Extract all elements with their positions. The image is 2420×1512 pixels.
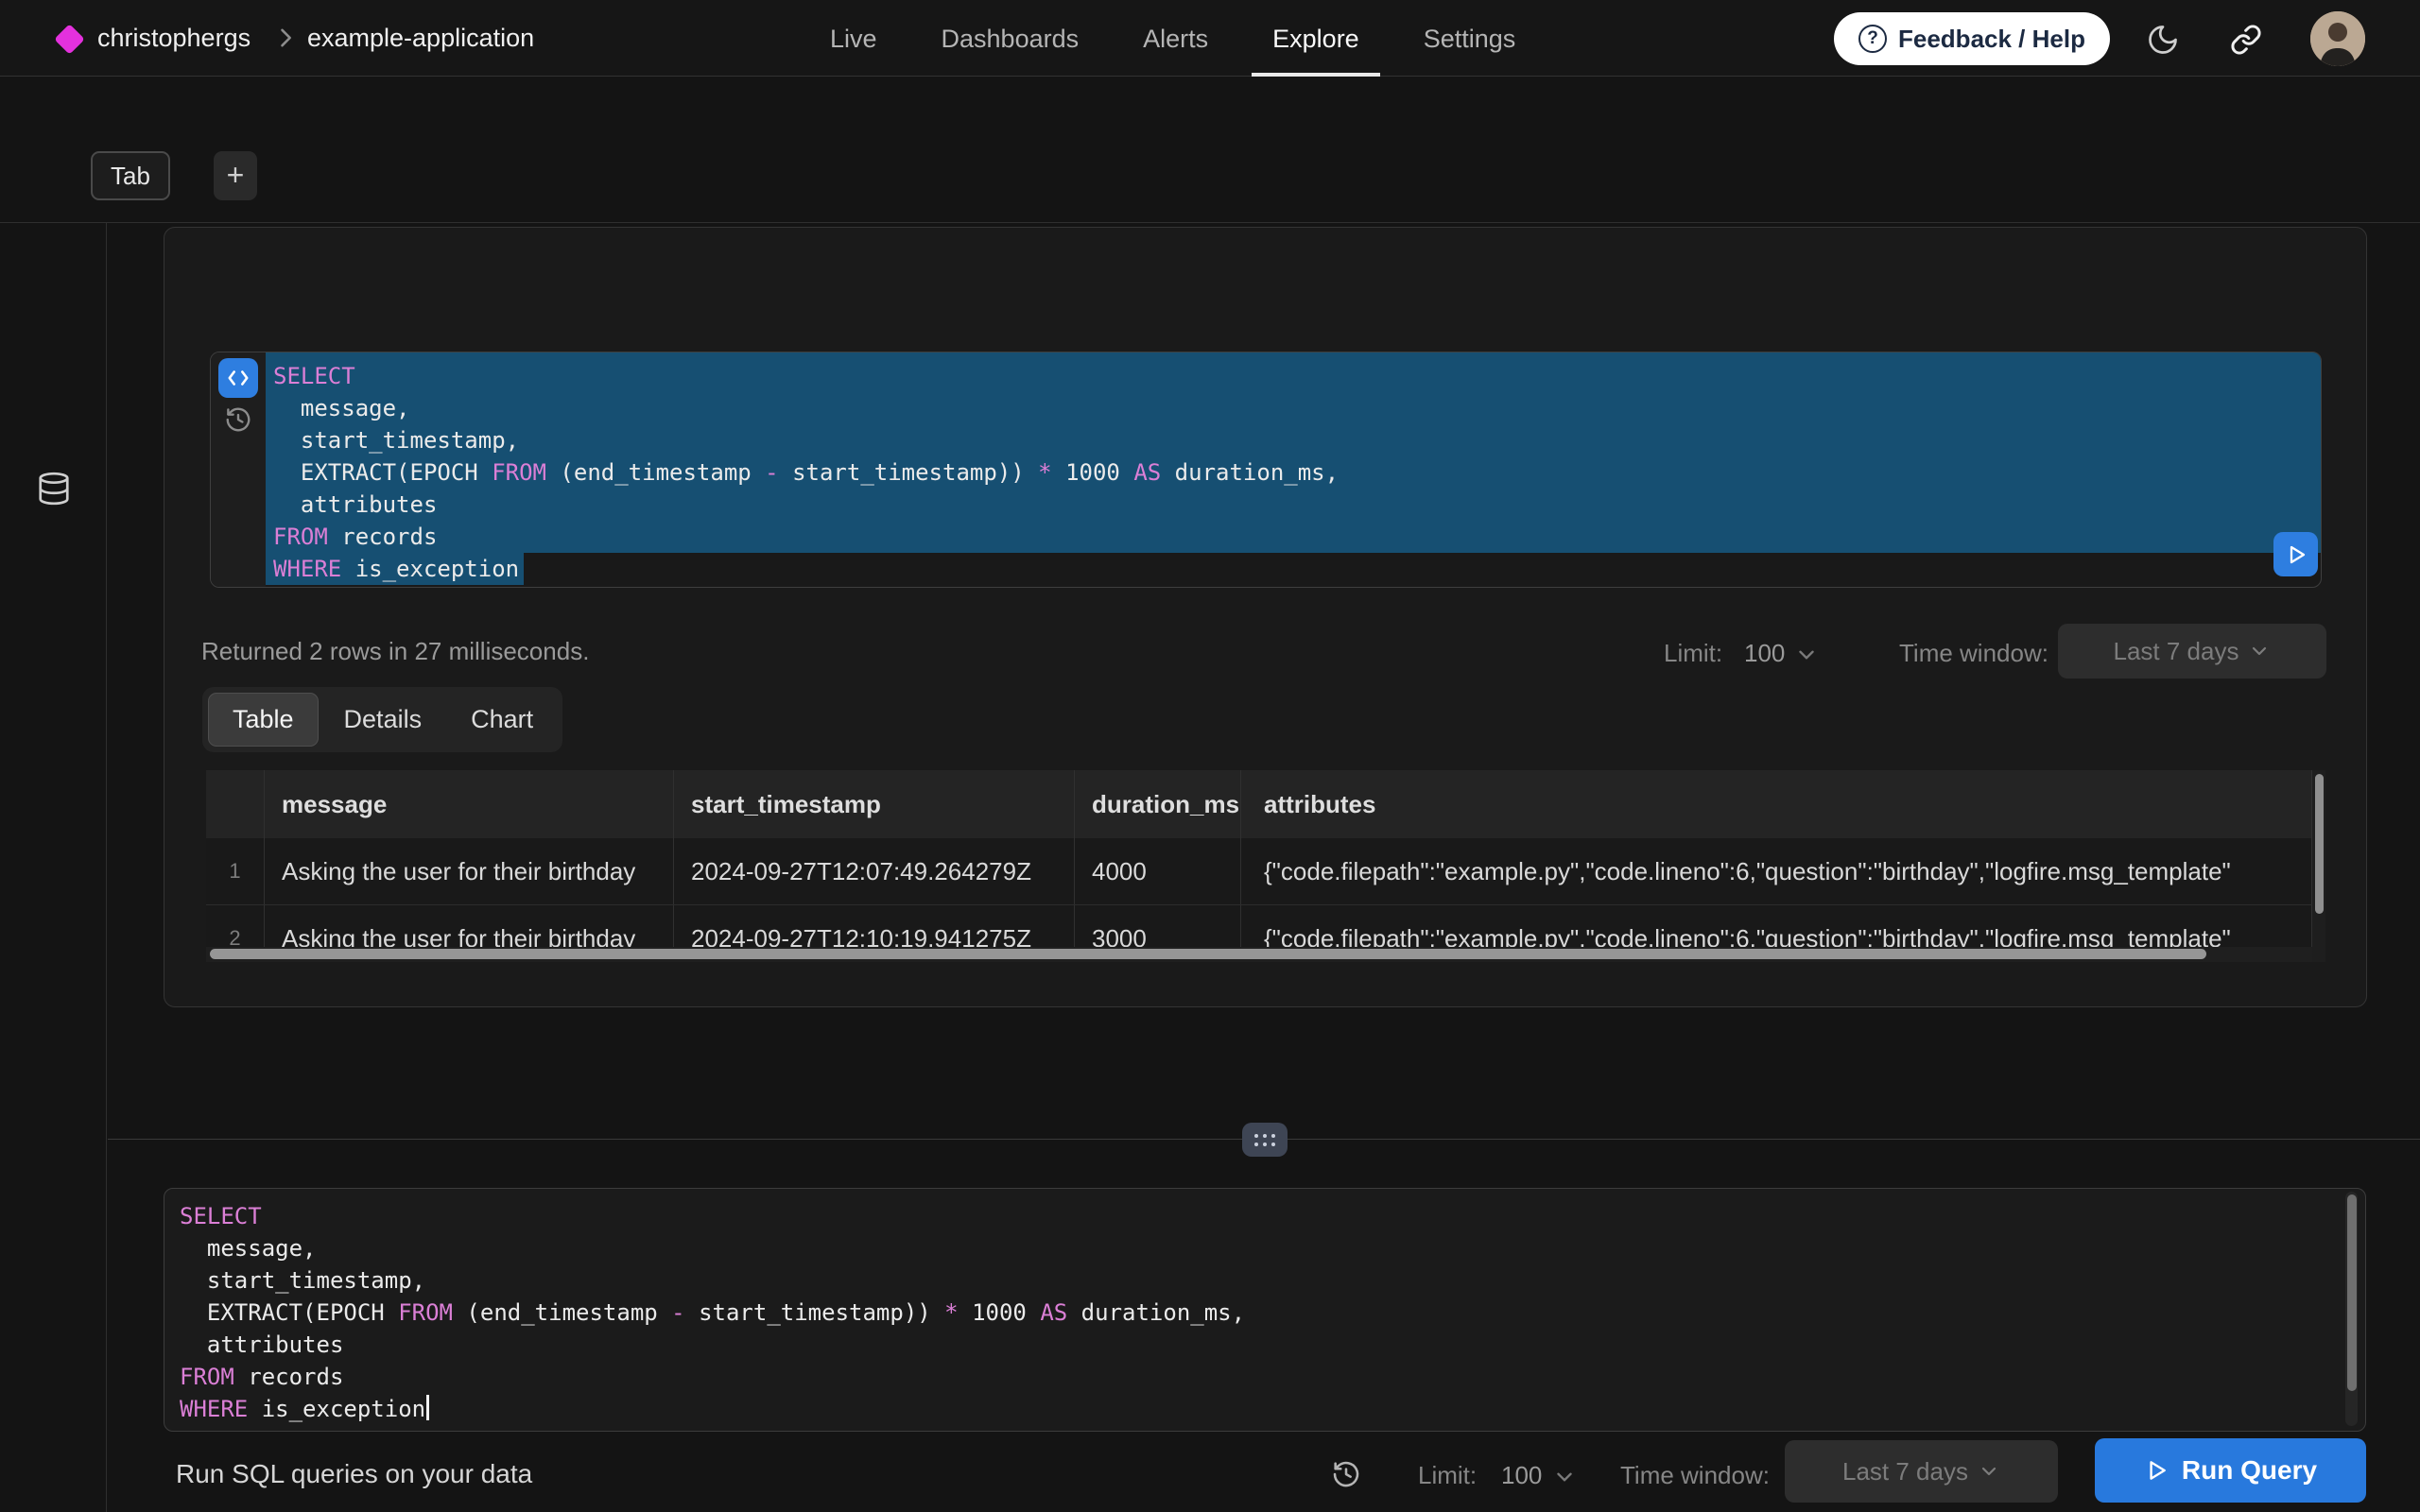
time-window-label: Time window: bbox=[1899, 639, 2048, 668]
left-rail bbox=[0, 223, 107, 1512]
tab-button[interactable]: Tab bbox=[91, 151, 170, 200]
feedback-help-label: Feedback / Help bbox=[1898, 25, 2085, 54]
bottom-limit-chevron-icon[interactable] bbox=[1552, 1465, 1577, 1489]
content-divider bbox=[0, 222, 2420, 223]
table-header-attributes[interactable]: attributes bbox=[1241, 770, 2312, 838]
breadcrumb-project[interactable]: example-application bbox=[307, 0, 534, 77]
topbar: christophergs example-application Live Da… bbox=[0, 0, 2420, 77]
run-snippet-button[interactable] bbox=[2273, 532, 2318, 576]
play-icon bbox=[2285, 543, 2308, 566]
table-hscrollbar[interactable] bbox=[210, 949, 2206, 959]
run-query-button[interactable]: Run Query bbox=[2095, 1438, 2366, 1503]
sql-editor[interactable]: SELECT message, start_timestamp, EXTRACT… bbox=[164, 1188, 2366, 1432]
time-window-chevron-icon bbox=[2248, 640, 2271, 662]
code-view-button[interactable] bbox=[218, 358, 258, 398]
time-window-select[interactable]: Last 7 days bbox=[2058, 624, 2326, 679]
results-table: messagestart_timestampduration_msattribu… bbox=[206, 770, 2325, 962]
run-play-icon bbox=[2144, 1458, 2169, 1483]
cell-attributes: {"code.filepath":"example.py","code.line… bbox=[1241, 838, 2312, 904]
time-window-value: Last 7 days bbox=[2114, 637, 2239, 666]
table-row[interactable]: 1Asking the user for their birthday2024-… bbox=[206, 838, 2312, 905]
limit-chevron-icon[interactable] bbox=[1794, 643, 1819, 667]
table-vscrollbar[interactable] bbox=[2315, 774, 2324, 914]
bottom-limit-label: Limit: bbox=[1418, 1461, 1477, 1490]
bottom-time-window-select[interactable]: Last 7 days bbox=[1785, 1440, 2058, 1503]
snippet-toolbar bbox=[211, 352, 266, 587]
question-circle-icon: ? bbox=[1858, 25, 1887, 53]
view-tab-table[interactable]: Table bbox=[208, 693, 319, 747]
run-query-label: Run Query bbox=[2182, 1455, 2317, 1486]
query-history-button[interactable] bbox=[1327, 1455, 1365, 1493]
limit-label: Limit: bbox=[1664, 639, 1722, 668]
database-icon[interactable] bbox=[36, 471, 72, 511]
history-icon bbox=[1331, 1459, 1361, 1489]
table-corner-cell bbox=[206, 770, 265, 838]
snippet-history-icon[interactable] bbox=[224, 405, 252, 438]
table-header-message[interactable]: message bbox=[265, 770, 674, 838]
main-nav: Live Dashboards Alerts Explore Settings bbox=[809, 0, 1559, 77]
table-header-row: messagestart_timestampduration_msattribu… bbox=[206, 770, 2312, 838]
nav-item-settings[interactable]: Settings bbox=[1403, 0, 1537, 77]
logfire-logo-diamond-icon[interactable] bbox=[54, 24, 85, 55]
nav-item-dashboards[interactable]: Dashboards bbox=[921, 0, 1100, 77]
table-header-start_timestamp[interactable]: start_timestamp bbox=[674, 770, 1075, 838]
sql-selected-text[interactable]: SELECT message, start_timestamp, EXTRACT… bbox=[266, 352, 2321, 587]
resize-handle[interactable] bbox=[1242, 1123, 1288, 1157]
user-avatar[interactable] bbox=[2310, 11, 2365, 66]
nav-item-alerts[interactable]: Alerts bbox=[1122, 0, 1229, 77]
cell-duration_ms: 4000 bbox=[1075, 838, 1241, 904]
bottom-time-window-value: Last 7 days bbox=[1842, 1457, 1968, 1486]
cell-start_timestamp: 2024-09-27T12:07:49.264279Z bbox=[674, 838, 1075, 904]
row-number: 1 bbox=[206, 838, 265, 904]
nav-item-explore[interactable]: Explore bbox=[1252, 0, 1380, 77]
view-tab-chart[interactable]: Chart bbox=[447, 693, 557, 747]
editor-hint: Run SQL queries on your data bbox=[176, 1459, 532, 1489]
sql-snippet-block: SELECT message, start_timestamp, EXTRACT… bbox=[210, 352, 2322, 588]
bottom-limit-value[interactable]: 100 bbox=[1501, 1461, 1542, 1490]
bottom-time-window-chevron-icon bbox=[1978, 1460, 2000, 1483]
limit-value[interactable]: 100 bbox=[1744, 639, 1785, 668]
feedback-help-button[interactable]: ? Feedback / Help bbox=[1834, 12, 2110, 65]
bottom-time-window-label: Time window: bbox=[1620, 1461, 1770, 1490]
add-tab-button[interactable]: + bbox=[214, 151, 257, 200]
editor-scrollbar-thumb[interactable] bbox=[2347, 1194, 2357, 1391]
share-link-icon[interactable] bbox=[2227, 21, 2265, 59]
breadcrumb-chevron-icon bbox=[272, 25, 299, 51]
view-tab-details[interactable]: Details bbox=[320, 693, 446, 747]
table-header-duration_ms[interactable]: duration_ms bbox=[1075, 770, 1241, 838]
editor-cursor bbox=[426, 1395, 429, 1420]
nav-item-live[interactable]: Live bbox=[809, 0, 898, 77]
result-view-tabs: TableDetailsChart bbox=[202, 687, 562, 752]
code-icon bbox=[226, 366, 251, 390]
result-status: Returned 2 rows in 27 milliseconds. bbox=[201, 637, 589, 666]
cell-message: Asking the user for their birthday bbox=[265, 838, 674, 904]
breadcrumb-org[interactable]: christophergs bbox=[97, 0, 251, 77]
theme-toggle-moon-icon[interactable] bbox=[2144, 21, 2182, 59]
